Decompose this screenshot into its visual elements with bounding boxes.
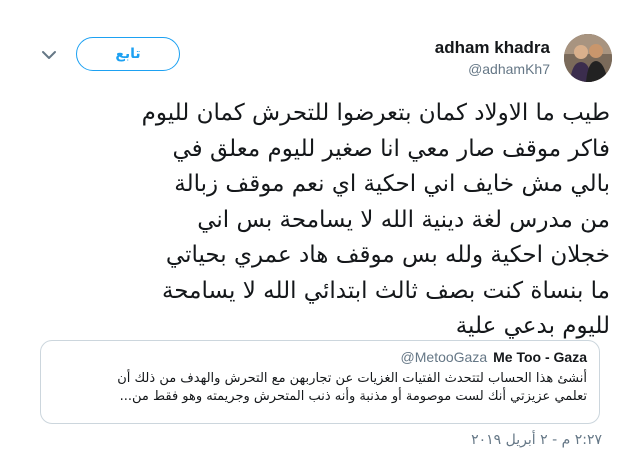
quoted-line: تعلمي عزيزتي أنك لست موصومة أو مذنبة وأن… <box>119 388 587 404</box>
tweet-line: طيب ما الاولاد كمان بتعرضوا للتحرش كمان … <box>141 100 610 126</box>
avatar[interactable] <box>564 34 612 82</box>
quoted-tweet-text: أنشئ هذا الحساب لتتحدث الفتيات الغزيات ع… <box>53 370 587 405</box>
avatar-image <box>564 34 612 82</box>
quoted-line: أنشئ هذا الحساب لتتحدث الفتيات الغزيات ع… <box>117 371 587 386</box>
tweet-line: بالي مش خايف اني احكية اي نعم موقف زبالة <box>174 171 610 197</box>
tweet-line: فاكر موقف صار معي انا صغير لليوم معلق في <box>172 135 610 162</box>
tweet-timestamp[interactable]: ٢:٢٧ م - ٢ أبريل ٢٠١٩ <box>471 432 602 448</box>
quoted-user-name: Me Too - Gaza <box>493 349 587 365</box>
quoted-tweet-header: @MetooGaza Me Too - Gaza <box>53 349 587 366</box>
tweet-line: ما بنساة كنت بصف ثالث ابتدائي الله لا يس… <box>161 277 610 304</box>
quoted-user-handle: @MetooGaza <box>400 349 488 365</box>
tweet-line: خجلان احكية ولله بس موقف هاد عمري بحياتي <box>165 242 610 268</box>
tweet-text: طيب ما الاولاد كمان بتعرضوا للتحرش كمان … <box>28 96 610 345</box>
tweet-line: من مدرس لغة دينية الله لا يسامحة بس اني <box>197 206 610 233</box>
author-block[interactable]: adham khadra @adhamKh7 <box>435 38 550 77</box>
quoted-tweet[interactable]: @MetooGaza Me Too - Gaza أنشئ هذا الحساب … <box>40 340 600 424</box>
tweet-card: adham khadra @adhamKh7 تابع طيب ما الاول… <box>0 0 640 471</box>
user-handle[interactable]: @adhamKh7 <box>435 61 550 77</box>
tweet-header: adham khadra @adhamKh7 تابع <box>20 30 620 84</box>
display-name[interactable]: adham khadra <box>435 38 550 58</box>
follow-button[interactable]: تابع <box>76 37 180 71</box>
chevron-down-icon[interactable] <box>40 46 58 64</box>
